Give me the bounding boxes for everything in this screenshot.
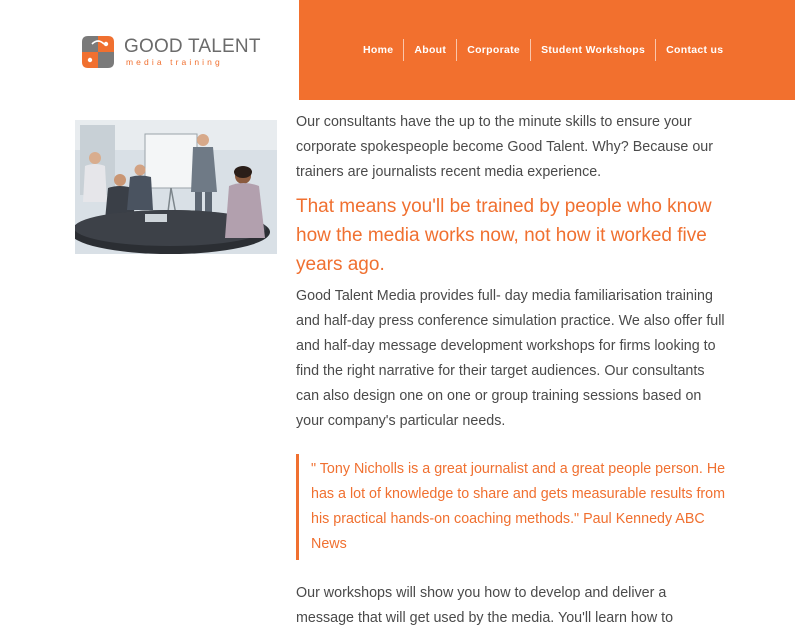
business-meeting-photo — [75, 120, 277, 254]
intro-paragraph: Our consultants have the up to the minut… — [296, 114, 713, 180]
site-logo[interactable]: GOOD TALENT media training — [80, 34, 270, 70]
nav-about[interactable]: About — [403, 39, 456, 61]
main-nav: Home About Corporate Student Workshops C… — [355, 39, 733, 61]
services-paragraph: Good Talent Media provides full- day med… — [296, 288, 725, 429]
brand-name: GOOD TALENT — [124, 36, 261, 57]
brand-tagline: media training — [126, 57, 223, 67]
good-talent-logo-icon — [82, 36, 114, 68]
nav-contact-us[interactable]: Contact us — [655, 39, 733, 61]
workshops-paragraph: Our workshops will show you how to devel… — [296, 585, 674, 626]
nav-corporate[interactable]: Corporate — [456, 39, 530, 61]
top-navigation-bar: Home About Corporate Student Workshops C… — [299, 0, 795, 100]
lead-statement: That means you'll be trained by people w… — [296, 196, 712, 275]
nav-home[interactable]: Home — [355, 39, 403, 61]
testimonial-quote: " Tony Nicholls is a great journalist an… — [296, 454, 726, 560]
nav-student-workshops[interactable]: Student Workshops — [530, 39, 655, 61]
main-content: Our consultants have the up to the minut… — [296, 110, 726, 631]
